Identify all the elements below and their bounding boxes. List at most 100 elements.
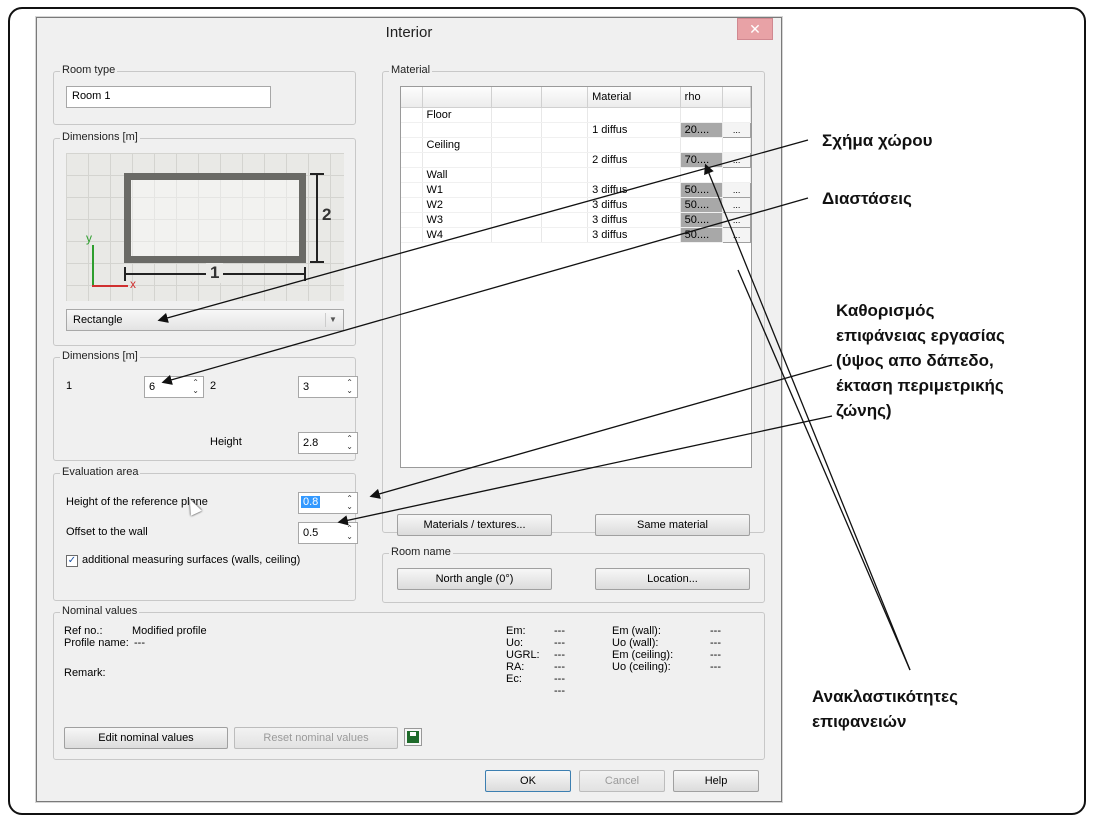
- rho-value: 70....: [680, 152, 724, 168]
- annotation-line: επιφανειών: [812, 712, 907, 731]
- nominal-label: RA:: [506, 661, 525, 673]
- spin-arrows-icon[interactable]: ⌃ ⌄: [346, 435, 353, 451]
- spin-arrows-icon[interactable]: ⌃ ⌄: [346, 495, 353, 511]
- annotation-line: (ύψος απο δάπεδο,: [836, 351, 994, 370]
- shape-group-title: Dimensions [m]: [60, 131, 140, 143]
- nominal-value: ---: [554, 661, 565, 673]
- dim1-cap-right: [304, 267, 306, 281]
- material-name: [587, 167, 681, 183]
- nominal-label: Em:: [506, 625, 526, 637]
- material-name: [587, 137, 681, 153]
- empty-cell: [541, 107, 589, 123]
- nominal-value: ---: [710, 637, 721, 649]
- additional-surfaces-label: additional measuring surfaces (walls, ce…: [82, 554, 301, 566]
- location-button[interactable]: Location...: [595, 568, 750, 590]
- empty-cell: [541, 122, 589, 138]
- material-column-header[interactable]: [491, 87, 542, 108]
- help-button[interactable]: Help: [673, 770, 759, 792]
- chevron-down-icon: ▼: [325, 313, 340, 327]
- surface-name: W4: [422, 227, 492, 243]
- material-column-header[interactable]: rho: [680, 87, 724, 108]
- more-button[interactable]: ...: [722, 122, 751, 138]
- empty-cell: [491, 212, 542, 228]
- material-column-header[interactable]: [422, 87, 492, 108]
- spin-arrows-icon[interactable]: ⌃ ⌄: [346, 525, 353, 541]
- row-gutter: [401, 212, 423, 228]
- material-name: 1 diffus: [587, 122, 681, 138]
- save-icon[interactable]: [404, 728, 422, 746]
- nominal-label: Em (wall):: [612, 625, 661, 637]
- room-name-group: Room name North angle (0°) Location...: [382, 546, 765, 603]
- nominal-col2-values: --- --- --- ---: [710, 625, 721, 673]
- rho-value: 50....: [680, 227, 724, 243]
- annotation-work-surface: Καθορισμός επιφάνειας εργασίας (ύψος απο…: [836, 298, 1005, 423]
- cancel-button[interactable]: Cancel: [579, 770, 665, 792]
- dim2-stepper[interactable]: 3 ⌃ ⌄: [298, 376, 358, 398]
- material-row[interactable]: Floor: [401, 107, 751, 123]
- annotation-reflectance: Ανακλαστικότητες επιφανειών: [812, 684, 958, 734]
- surface-name: [422, 122, 492, 138]
- height-stepper[interactable]: 2.8 ⌃ ⌄: [298, 432, 358, 454]
- shape-select[interactable]: Rectangle ▼: [66, 309, 344, 331]
- more-button[interactable]: ...: [722, 197, 751, 213]
- nominal-label: Uo (ceiling):: [612, 661, 671, 673]
- material-row[interactable]: W4 3 diffus 50.......: [401, 227, 751, 243]
- more-button[interactable]: ...: [722, 212, 751, 228]
- same-material-button[interactable]: Same material: [595, 514, 750, 536]
- north-angle-button[interactable]: North angle (0°): [397, 568, 552, 590]
- dim1-cap-left: [124, 267, 126, 281]
- profile-name-value: ---: [134, 637, 145, 649]
- row-gutter: [401, 167, 423, 183]
- material-row[interactable]: W3 3 diffus 50.......: [401, 212, 751, 228]
- materials-textures-button[interactable]: Materials / textures...: [397, 514, 552, 536]
- spin-arrows-icon[interactable]: ⌃ ⌄: [192, 379, 199, 395]
- reset-nominal-values-button[interactable]: Reset nominal values: [234, 727, 398, 749]
- annotation-line: Ανακλαστικότητες: [812, 687, 958, 706]
- offset-stepper[interactable]: 0.5 ⌃ ⌄: [298, 522, 358, 544]
- material-name: 2 diffus: [587, 152, 681, 168]
- material-name: 3 diffus: [587, 227, 681, 243]
- material-column-header[interactable]: Material: [587, 87, 681, 108]
- floppy-label: [410, 732, 416, 736]
- close-button[interactable]: ✕: [737, 18, 773, 40]
- material-column-header[interactable]: [401, 87, 423, 108]
- material-column-header[interactable]: [722, 87, 751, 108]
- rho-value: 50....: [680, 212, 724, 228]
- more-button[interactable]: ...: [722, 152, 751, 168]
- offset-label: Offset to the wall: [66, 526, 148, 538]
- evaluation-group-title: Evaluation area: [60, 466, 141, 478]
- ok-button[interactable]: OK: [485, 770, 571, 792]
- additional-surfaces-checkbox[interactable]: ✓: [66, 555, 78, 567]
- material-name: [587, 107, 681, 123]
- room-type-input[interactable]: Room 1: [66, 86, 271, 108]
- material-row[interactable]: Wall: [401, 167, 751, 183]
- nominal-value: ---: [554, 625, 565, 637]
- material-column-header[interactable]: [541, 87, 589, 108]
- material-row[interactable]: Ceiling: [401, 137, 751, 153]
- material-row[interactable]: W2 3 diffus 50.......: [401, 197, 751, 213]
- annotation-line: επιφάνειας εργασίας: [836, 326, 1005, 345]
- ref-no-value: Modified profile: [132, 625, 207, 637]
- nominal-value: ---: [710, 649, 721, 661]
- height-field-label: Height: [210, 436, 242, 448]
- dimensions-group-title: Dimensions [m]: [60, 350, 140, 362]
- nominal-value: ---: [554, 673, 565, 685]
- row-gutter: [401, 182, 423, 198]
- material-row[interactable]: W1 3 diffus 50.......: [401, 182, 751, 198]
- material-name: 3 diffus: [587, 182, 681, 198]
- ref-plane-stepper[interactable]: 0.8 ⌃ ⌄: [298, 492, 358, 514]
- dim1-stepper[interactable]: 6 ⌃ ⌄: [144, 376, 204, 398]
- empty-cell: [491, 197, 542, 213]
- material-row[interactable]: 2 diffus 70.......: [401, 152, 751, 168]
- dimensions-group: Dimensions [m] 1 6 ⌃ ⌄ 2 3 ⌃ ⌄ Height 2.8 …: [53, 350, 358, 461]
- more-button[interactable]: ...: [722, 227, 751, 243]
- edit-nominal-values-button[interactable]: Edit nominal values: [64, 727, 228, 749]
- profile-name-label: Profile name:: [64, 637, 129, 649]
- material-row[interactable]: 1 diffus 20.......: [401, 122, 751, 138]
- spin-arrows-icon[interactable]: ⌃ ⌄: [346, 379, 353, 395]
- more-button[interactable]: ...: [722, 182, 751, 198]
- surface-name: Floor: [422, 107, 492, 123]
- annotation-line: Καθορισμός: [836, 301, 935, 320]
- empty-cell: [541, 227, 589, 243]
- row-gutter: [401, 122, 423, 138]
